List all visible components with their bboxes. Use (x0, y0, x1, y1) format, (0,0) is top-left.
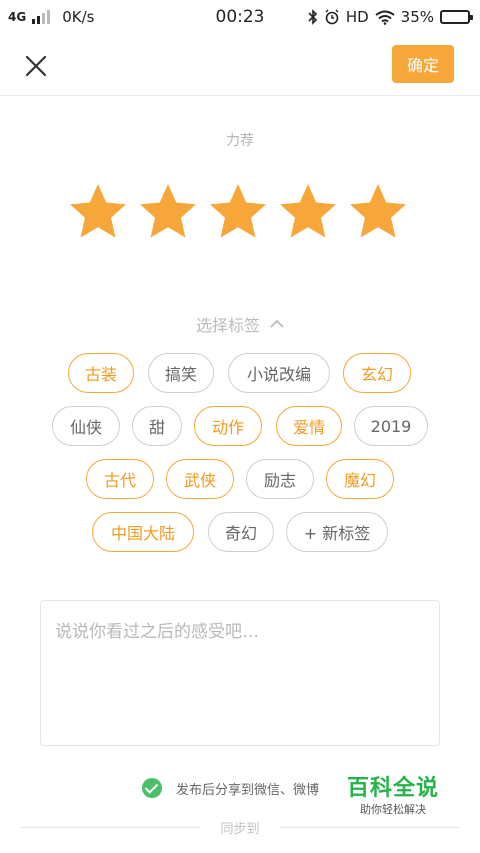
bluetooth-icon (308, 9, 317, 25)
close-button[interactable] (20, 50, 52, 82)
alarm-icon (325, 9, 339, 25)
star-icon[interactable] (68, 182, 128, 242)
tag-chip[interactable]: 搞笑 (148, 353, 214, 393)
watermark: 百科全说 助你轻松解决 (338, 776, 448, 818)
tag-chip[interactable]: 仙侠 (52, 406, 120, 446)
chevron-up-icon (270, 319, 284, 328)
tag-chip[interactable]: 奇幻 (208, 512, 274, 552)
comment-placeholder: 说说你看过之后的感受吧… (55, 622, 259, 642)
share-option[interactable]: 发布后分享到微信、微博 (142, 778, 319, 798)
close-icon (25, 55, 47, 77)
tag-chip[interactable]: 古代 (86, 459, 154, 499)
comment-input[interactable]: 说说你看过之后的感受吧… (40, 600, 440, 746)
tag-chip[interactable]: 爱情 (276, 406, 342, 446)
star-icon[interactable] (278, 182, 338, 242)
status-left: 4G 0K/s (8, 8, 158, 26)
network-speed: 0K/s (62, 8, 95, 26)
watermark-subtitle: 助你轻松解决 (360, 803, 426, 816)
rating-label: 力荐 (226, 133, 254, 149)
tags-title[interactable]: 选择标签 (0, 312, 480, 336)
status-bar: 4G 0K/s 00:23 HD 35% (0, 0, 480, 34)
sync-label: 同步到 (220, 822, 260, 837)
tag-chip[interactable]: 动作 (194, 406, 262, 446)
sync-divider: 同步到 (0, 818, 480, 838)
header: 确定 (0, 34, 480, 96)
tag-chip[interactable]: 励志 (246, 459, 314, 499)
star-rating (68, 182, 408, 242)
share-text: 发布后分享到微信、微博 (176, 782, 320, 798)
signal-icon (32, 10, 51, 24)
status-right: HD 35% (308, 8, 473, 26)
tag-chip[interactable]: 古装 (68, 353, 134, 393)
battery-percent: 35% (400, 8, 434, 26)
add-tag-button[interactable]: + 新标签 (286, 512, 388, 552)
tag-chip[interactable]: 魔幻 (326, 459, 394, 499)
star-icon[interactable] (348, 182, 408, 242)
star-icon[interactable] (138, 182, 198, 242)
check-icon[interactable] (142, 778, 162, 798)
confirm-button[interactable]: 确定 (392, 45, 454, 83)
tag-chip[interactable]: 武侠 (166, 459, 234, 499)
tag-chip[interactable]: 甜 (132, 406, 182, 446)
tag-chip[interactable]: 中国大陆 (92, 512, 194, 552)
tag-chip[interactable]: 2019 (354, 406, 428, 446)
tag-chip[interactable]: 小说改编 (228, 353, 330, 393)
network-type: 4G (8, 10, 27, 24)
tag-chip[interactable]: 玄幻 (343, 353, 411, 393)
hd-indicator: HD (345, 8, 369, 26)
wifi-icon (375, 10, 395, 25)
tags-title-text: 选择标签 (195, 316, 260, 335)
watermark-title: 百科全说 (346, 776, 439, 801)
star-icon[interactable] (208, 182, 268, 242)
battery-icon (440, 10, 473, 24)
